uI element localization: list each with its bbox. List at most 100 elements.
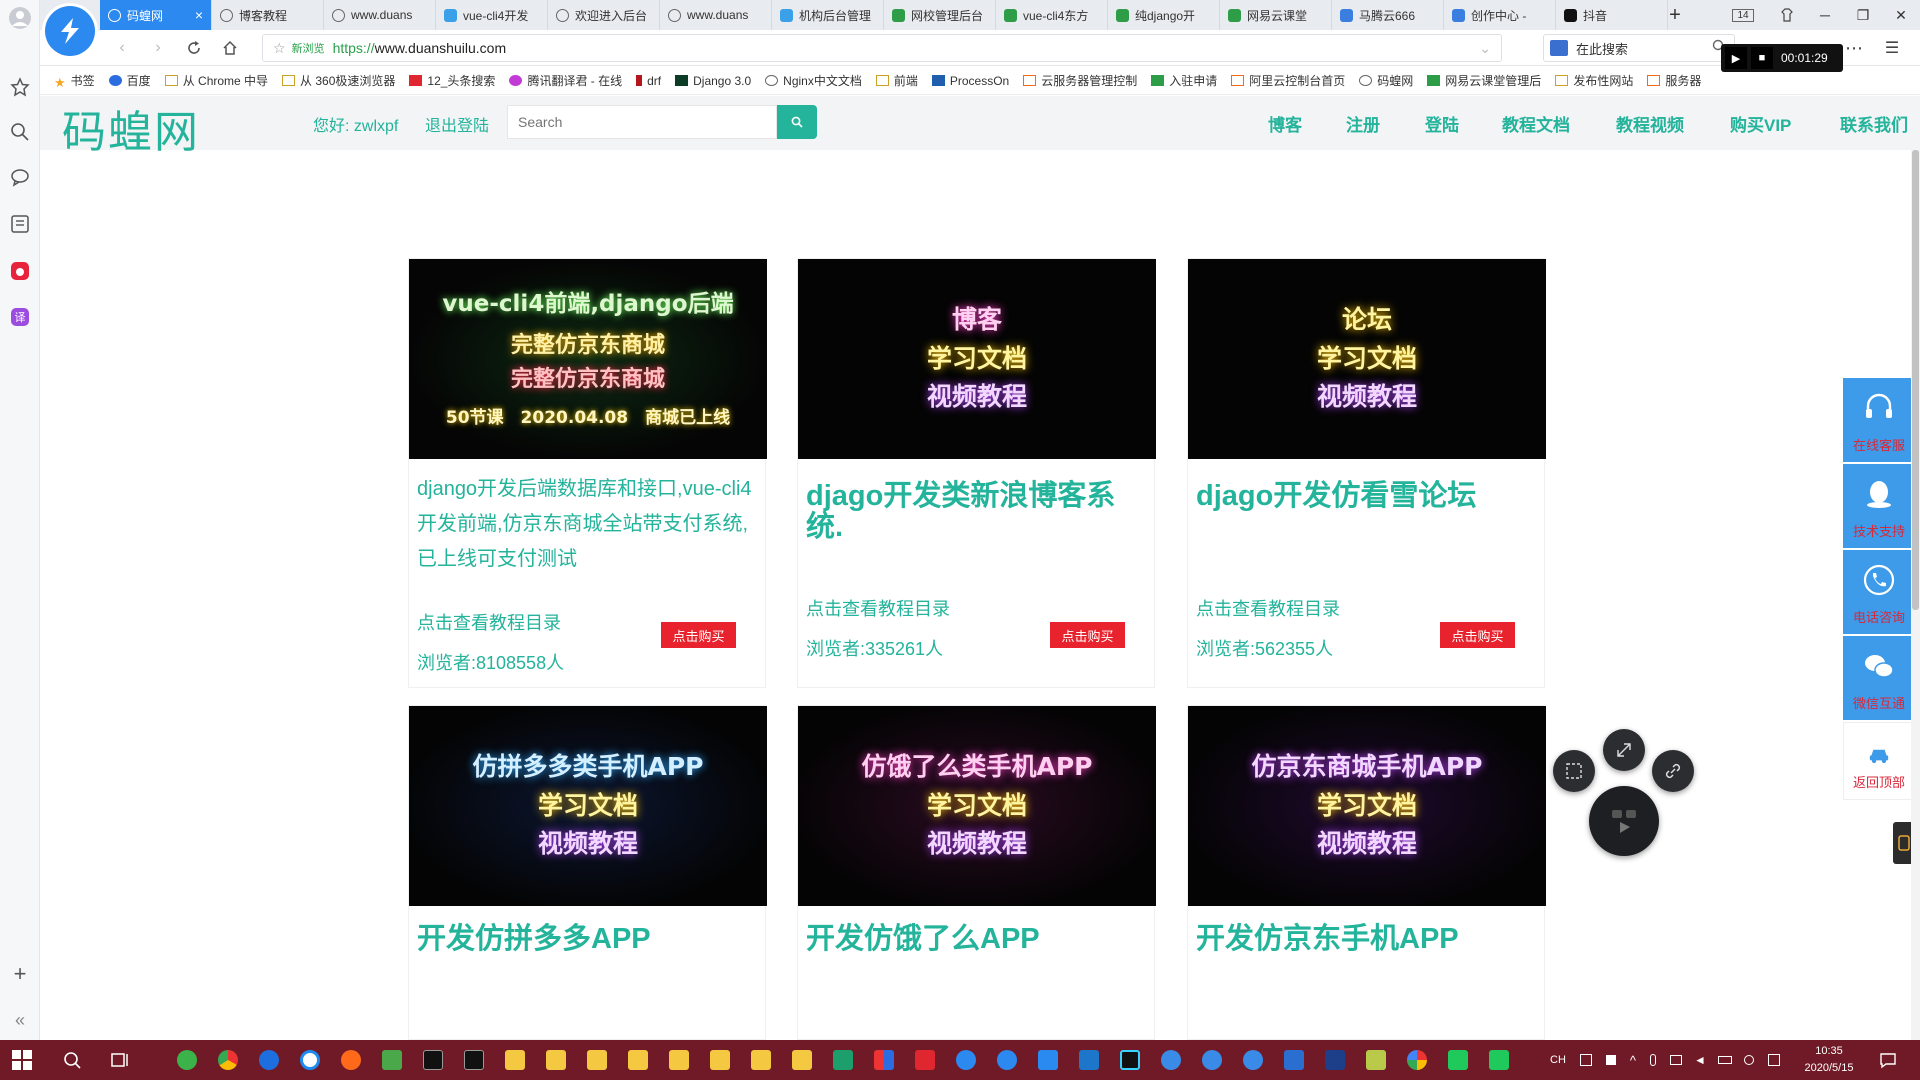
folder-icon[interactable] bbox=[669, 1050, 689, 1070]
bookmark-item[interactable]: 云服务器管理控制 bbox=[1023, 72, 1137, 89]
folder-icon[interactable] bbox=[751, 1050, 771, 1070]
terminal-icon[interactable] bbox=[423, 1050, 443, 1070]
firefox-icon[interactable] bbox=[341, 1050, 361, 1070]
more-menu-button[interactable]: ⋯ bbox=[1842, 36, 1866, 60]
play-icon[interactable]: ▶ bbox=[1725, 47, 1747, 69]
tab-mahuang[interactable]: 码蝗网 × bbox=[100, 0, 212, 30]
tab-creator-center[interactable]: 创作中心 - bbox=[1444, 0, 1556, 30]
tray-expand-icon[interactable]: ^ bbox=[1630, 1053, 1636, 1068]
bookmark-item[interactable]: 服务器 bbox=[1647, 72, 1701, 89]
course-card[interactable]: 论坛 学习文档 视频教程 djago开发仿看雪论坛 点击查看教程目录 浏览者:5… bbox=[1187, 258, 1546, 688]
media-player-icon[interactable] bbox=[1284, 1050, 1304, 1070]
course-thumbnail[interactable]: 论坛 学习文档 视频教程 bbox=[1188, 259, 1546, 459]
tab-blog[interactable]: 博客教程 bbox=[212, 0, 324, 30]
stop-icon[interactable]: ■ bbox=[1751, 47, 1773, 69]
tech-support-button[interactable]: 技术支持 bbox=[1843, 464, 1915, 550]
browser-logo-icon[interactable] bbox=[956, 1050, 976, 1070]
folder-icon[interactable] bbox=[505, 1050, 525, 1070]
search-engine-icon[interactable] bbox=[1550, 40, 1568, 56]
tab-org-admin[interactable]: 机构后台管理 bbox=[772, 0, 884, 30]
taskbar-clock[interactable]: 10:35 2020/5/15 bbox=[1790, 1043, 1868, 1077]
folder-icon[interactable] bbox=[792, 1050, 812, 1070]
pycharm-icon[interactable] bbox=[1489, 1050, 1509, 1070]
course-title[interactable]: 开发仿饿了么APP bbox=[806, 924, 1151, 955]
browser-c-icon[interactable] bbox=[259, 1050, 279, 1070]
back-button[interactable]: ‹ bbox=[110, 36, 134, 60]
course-title[interactable]: djago开发仿看雪论坛 bbox=[1196, 481, 1541, 512]
bookmark-item[interactable]: 前端 bbox=[875, 72, 918, 89]
course-thumbnail[interactable]: 仿拼多多类手机APP 学习文档 视频教程 bbox=[409, 706, 767, 906]
notepad-icon[interactable] bbox=[382, 1050, 402, 1070]
wechat-button[interactable]: 微信互通 bbox=[1843, 636, 1915, 722]
chrome-icon[interactable] bbox=[218, 1050, 238, 1070]
browser-search-input[interactable]: 在此搜索 bbox=[1543, 34, 1735, 62]
toc-link[interactable]: 点击查看教程目录 bbox=[1196, 595, 1340, 621]
folder-icon[interactable] bbox=[546, 1050, 566, 1070]
course-thumbnail[interactable]: vue-cli4前端,django后端 完整仿京东商城 完整仿京东商城 50节课… bbox=[409, 259, 767, 459]
windows-start-icon[interactable] bbox=[12, 1050, 32, 1073]
url-input[interactable]: ☆ 新浏览 https://www.duanshuilu.com ⌄ bbox=[262, 34, 1502, 62]
tab-netease-study[interactable]: 网易云课堂 bbox=[1220, 0, 1332, 30]
microphone-icon[interactable] bbox=[1650, 1054, 1656, 1066]
restore-button[interactable]: ❐ bbox=[1844, 0, 1882, 30]
nav-docs[interactable]: 教程文档 bbox=[1502, 111, 1570, 136]
network-icon[interactable] bbox=[1670, 1055, 1682, 1065]
user-avatar-icon[interactable] bbox=[8, 6, 32, 30]
ime-mode-icon[interactable] bbox=[1579, 1054, 1592, 1066]
site-search-button[interactable] bbox=[777, 105, 817, 139]
bookmark-item[interactable]: 从 Chrome 中导 bbox=[164, 72, 268, 89]
taskbar-search-icon[interactable] bbox=[62, 1050, 82, 1073]
chat-icon[interactable] bbox=[8, 165, 32, 189]
skin-icon[interactable] bbox=[1768, 0, 1806, 30]
tab-duanshuilu-2[interactable]: www.duans bbox=[660, 0, 772, 30]
bookmark-item[interactable]: 码蝗网 bbox=[1359, 72, 1413, 89]
link-float-button[interactable] bbox=[1652, 750, 1694, 792]
buy-button[interactable]: 点击购买 bbox=[1050, 622, 1125, 648]
home-icon[interactable] bbox=[218, 36, 242, 60]
course-title[interactable]: 开发仿京东手机APP bbox=[1196, 924, 1541, 955]
nav-videos[interactable]: 教程视频 bbox=[1616, 111, 1684, 136]
nav-contact[interactable]: 联系我们 bbox=[1840, 111, 1908, 136]
bookmark-item[interactable]: 12_头条搜索 bbox=[409, 72, 495, 89]
colorful-app-icon[interactable] bbox=[874, 1050, 894, 1070]
youdao-icon[interactable] bbox=[915, 1050, 935, 1070]
chrome-icon[interactable] bbox=[1407, 1050, 1427, 1070]
course-title[interactable]: djago开发类新浪博客系统. bbox=[806, 481, 1151, 543]
nav-register[interactable]: 注册 bbox=[1346, 111, 1380, 136]
bookmark-item[interactable]: 百度 bbox=[108, 72, 151, 89]
nav-buy-vip[interactable]: 购买VIP bbox=[1730, 111, 1791, 136]
record-main-button[interactable] bbox=[1589, 786, 1659, 856]
minimize-button[interactable]: ─ bbox=[1806, 0, 1844, 30]
toc-link[interactable]: 点击查看教程目录 bbox=[806, 595, 950, 621]
bookmark-item[interactable]: 网易云课堂管理后 bbox=[1427, 72, 1541, 89]
folder-icon[interactable] bbox=[587, 1050, 607, 1070]
phone-consult-button[interactable]: 电话咨询 bbox=[1843, 550, 1915, 636]
tab-douyin[interactable]: 抖音 bbox=[1556, 0, 1668, 30]
course-thumbnail[interactable]: 仿饿了么类手机APP 学习文档 视频教程 bbox=[798, 706, 1156, 906]
site-search-input[interactable] bbox=[507, 105, 777, 139]
tab-school-admin[interactable]: 网校管理后台 bbox=[884, 0, 996, 30]
notification-icon[interactable] bbox=[1878, 1050, 1898, 1073]
battery-icon[interactable] bbox=[1717, 1056, 1732, 1064]
bookmark-item[interactable]: Django 3.0 bbox=[675, 74, 751, 88]
webstorm-icon[interactable] bbox=[1120, 1050, 1140, 1070]
vscode-icon[interactable] bbox=[1079, 1050, 1099, 1070]
forward-button[interactable]: › bbox=[146, 36, 170, 60]
close-window-button[interactable]: ✕ bbox=[1882, 0, 1920, 30]
search-icon[interactable] bbox=[8, 120, 32, 144]
course-title[interactable]: django开发后端数据库和接口,vue-cli4开发前端,仿京东商城全站带支付… bbox=[417, 472, 757, 577]
word-icon[interactable] bbox=[1038, 1050, 1058, 1070]
tray-app-icon[interactable] bbox=[1605, 1055, 1616, 1065]
pycharm-icon[interactable] bbox=[1448, 1050, 1468, 1070]
tab-duanshuilu-1[interactable]: www.duans bbox=[324, 0, 436, 30]
nav-blog[interactable]: 博客 bbox=[1268, 111, 1302, 136]
add-icon[interactable]: + bbox=[8, 961, 32, 986]
ime-indicator[interactable]: CH bbox=[1550, 1054, 1566, 1066]
bookmark-item[interactable]: 腾讯翻译君 - 在线 bbox=[509, 72, 622, 89]
translator-app-icon[interactable]: 译 bbox=[8, 305, 32, 329]
bookmark-item[interactable]: 发布性网站 bbox=[1555, 72, 1633, 89]
ie-icon[interactable] bbox=[1243, 1050, 1263, 1070]
bookmark-star-icon[interactable]: ☆ bbox=[273, 40, 286, 57]
bookmark-item[interactable]: drf bbox=[636, 74, 661, 88]
folder-icon[interactable] bbox=[628, 1050, 648, 1070]
